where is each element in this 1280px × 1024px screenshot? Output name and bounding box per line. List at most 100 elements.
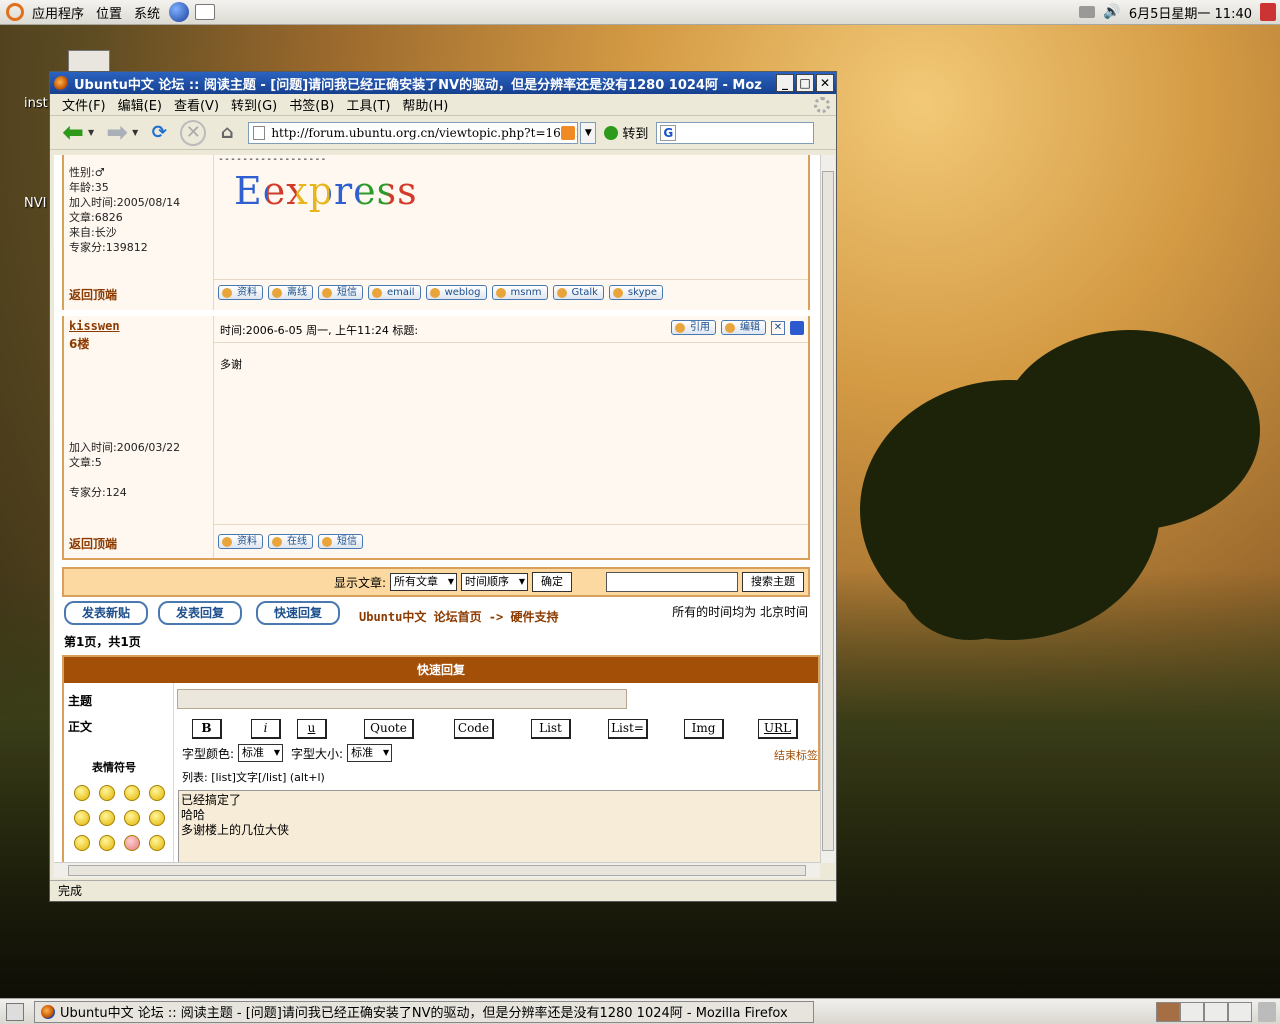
maximize-button[interactable]: □ (796, 74, 814, 92)
cry-emoticon-icon[interactable] (149, 835, 165, 851)
confused-emoticon-icon[interactable] (99, 810, 115, 826)
underline-button[interactable]: u (297, 719, 327, 739)
msnm-button[interactable]: msnm (491, 285, 548, 300)
desktop-icon-label[interactable]: NVI (24, 196, 46, 211)
search-topic-button[interactable]: 搜索主题 (742, 572, 804, 592)
menu-view[interactable]: 查看(V) (168, 95, 225, 114)
mad-emoticon-icon[interactable] (74, 835, 90, 851)
font-color-select[interactable]: 标准 (238, 744, 284, 762)
back-history-dropdown[interactable]: ▼ (88, 128, 94, 137)
menu-tools[interactable]: 工具(T) (340, 95, 396, 114)
forward-arrow-icon[interactable]: ➡ (102, 118, 132, 148)
workspace-1[interactable] (1156, 1001, 1180, 1022)
list-numbered-tag-button[interactable]: List= (608, 719, 648, 739)
quote-tag-button[interactable]: Quote (364, 719, 414, 739)
minimize-button[interactable]: _ (776, 74, 794, 92)
quote-button[interactable]: 引用 (671, 320, 716, 335)
gtalk-button[interactable]: Gtalk (552, 285, 604, 300)
search-input[interactable]: G (656, 121, 815, 144)
ip-info-icon[interactable] (790, 320, 804, 335)
show-desktop-icon[interactable] (6, 1002, 24, 1021)
sad-emoticon-icon[interactable] (124, 785, 140, 801)
cool-emoticon-icon[interactable] (124, 810, 140, 826)
clock[interactable]: 6月5日星期一 11:40 (1129, 3, 1252, 22)
list-tag-button[interactable]: List (531, 719, 571, 739)
close-tags-link[interactable]: 结束标签 (774, 747, 818, 763)
firefox-launcher-icon[interactable] (169, 2, 190, 22)
smile-emoticon-icon[interactable] (74, 785, 90, 801)
code-tag-button[interactable]: Code (454, 719, 494, 739)
reload-icon[interactable]: ⟳ (146, 120, 172, 146)
topic-search-input[interactable] (606, 572, 738, 592)
delete-button[interactable]: ✕ (771, 320, 785, 335)
printer-icon[interactable] (1079, 6, 1096, 18)
pm-button[interactable]: 短信 (318, 534, 363, 549)
vertical-scrollbar-thumb[interactable] (822, 171, 834, 851)
offline-button[interactable]: 离线 (268, 285, 313, 300)
url-input[interactable]: http://forum.ubuntu.org.cn/viewtopic.php… (248, 121, 579, 144)
online-button[interactable]: 在线 (268, 534, 313, 549)
ubuntu-logo-icon[interactable] (6, 3, 24, 21)
back-to-top-link[interactable]: 返回顶端 (69, 286, 117, 303)
menu-edit[interactable]: 编辑(E) (112, 95, 168, 114)
font-size-select[interactable]: 标准 (347, 744, 393, 762)
post-author-link[interactable]: kisswen (69, 319, 120, 333)
razz-emoticon-icon[interactable] (99, 835, 115, 851)
email-button[interactable]: email (368, 285, 421, 300)
embarrassed-emoticon-icon[interactable] (124, 835, 140, 851)
mail-launcher-icon[interactable] (195, 4, 216, 20)
google-engine-icon[interactable]: G (660, 124, 677, 141)
menu-bookmarks[interactable]: 书签(B) (283, 95, 340, 114)
confirm-button[interactable]: 确定 (532, 572, 572, 592)
url-tag-button[interactable]: URL (758, 719, 798, 739)
shocked-emoticon-icon[interactable] (74, 810, 90, 826)
back-arrow-icon[interactable]: ⬅ (58, 118, 88, 148)
logout-icon[interactable] (1260, 3, 1276, 21)
grin-emoticon-icon[interactable] (99, 785, 115, 801)
skype-button[interactable]: skype (608, 285, 663, 300)
desktop-icon-label[interactable]: inst (24, 96, 48, 111)
horizontal-scrollbar[interactable] (54, 862, 820, 878)
go-button[interactable]: 转到 (604, 123, 648, 142)
pm-button[interactable]: 短信 (318, 285, 363, 300)
horizontal-scrollbar-thumb[interactable] (68, 865, 806, 876)
workspace-2[interactable] (1180, 1001, 1204, 1022)
back-to-top-link[interactable]: 返回顶端 (69, 535, 117, 552)
quick-reply-button[interactable]: 快速回复 (256, 601, 340, 625)
volume-icon[interactable]: 🔊 (1103, 4, 1120, 20)
post-order-select[interactable]: 时间顺序 (461, 573, 528, 591)
post-filter-select[interactable]: 所有文章 (390, 573, 457, 591)
surprised-emoticon-icon[interactable] (149, 785, 165, 801)
window-titlebar[interactable]: Ubuntu中文 论坛 :: 阅读主题 - [问题]请问我已经正确安装了NV的驱… (50, 72, 836, 94)
url-history-dropdown[interactable]: ▼ (580, 121, 597, 144)
message-textarea[interactable]: 已经搞定了 哈哈 多谢楼上的几位大侠 (178, 790, 820, 863)
breadcrumb[interactable]: Ubuntu中文 论坛首页 -> 硬件支持 (359, 608, 558, 625)
close-button[interactable]: ✕ (816, 74, 834, 92)
menu-help[interactable]: 帮助(H) (396, 95, 454, 114)
applications-menu[interactable]: 应用程序 (26, 3, 90, 22)
menu-go[interactable]: 转到(G) (225, 95, 283, 114)
rss-feed-icon[interactable] (561, 125, 576, 140)
img-tag-button[interactable]: Img (684, 719, 724, 739)
workspace-4[interactable] (1228, 1001, 1252, 1022)
weblog-button[interactable]: weblog (425, 285, 487, 300)
workspace-3[interactable] (1204, 1001, 1228, 1022)
edit-button[interactable]: 编辑 (721, 320, 766, 335)
forward-history-dropdown[interactable]: ▼ (132, 128, 138, 137)
bold-button[interactable]: B (192, 719, 222, 739)
menu-file[interactable]: 文件(F) (56, 95, 112, 114)
profile-button[interactable]: 资料 (218, 285, 263, 300)
profile-button[interactable]: 资料 (218, 534, 263, 549)
stop-icon[interactable]: ✕ (180, 119, 207, 146)
places-menu[interactable]: 位置 (90, 3, 128, 22)
system-menu[interactable]: 系统 (128, 3, 166, 22)
italic-button[interactable]: i (251, 719, 281, 739)
subject-input[interactable] (177, 689, 627, 709)
reply-button[interactable]: 发表回复 (158, 601, 242, 625)
home-icon[interactable]: ⌂ (214, 120, 240, 146)
vertical-scrollbar[interactable] (820, 155, 835, 863)
laugh-emoticon-icon[interactable] (149, 810, 165, 826)
new-topic-button[interactable]: 发表新贴 (64, 601, 148, 625)
taskbar-window-button[interactable]: Ubuntu中文 论坛 :: 阅读主题 - [问题]请问我已经正确安装了NV的驱… (34, 1000, 814, 1023)
trash-icon[interactable] (1258, 1001, 1276, 1022)
